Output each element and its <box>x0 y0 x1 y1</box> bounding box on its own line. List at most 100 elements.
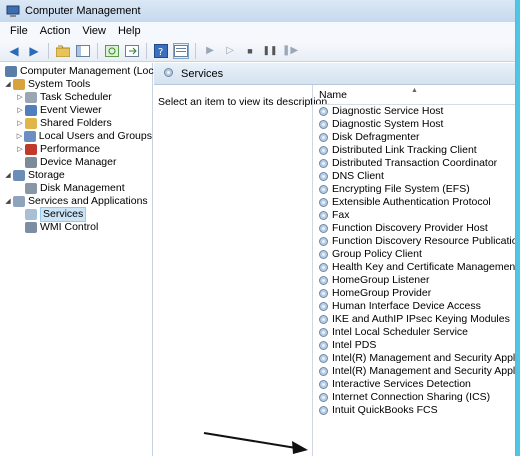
service-gear-icon <box>319 354 328 363</box>
tree-item-storage[interactable]: ◢ Storage <box>0 169 152 182</box>
service-row[interactable]: Disk Defragmenter <box>313 131 515 144</box>
help-icon[interactable]: ? <box>153 43 169 59</box>
service-row[interactable]: Intuit QuickBooks FCS <box>313 404 515 417</box>
menu-file[interactable]: File <box>4 25 34 37</box>
tree-item-computer-management-local[interactable]: Computer Management (Local) <box>0 65 165 78</box>
column-header-label: Name <box>319 89 348 101</box>
service-name: Encrypting File System (EFS) <box>332 183 470 195</box>
service-gear-icon <box>319 133 328 142</box>
service-name: HomeGroup Listener <box>332 274 430 286</box>
export-list-icon[interactable] <box>124 43 140 59</box>
refresh-icon[interactable] <box>104 43 120 59</box>
service-name: Distributed Link Tracking Client <box>332 144 477 156</box>
computer-management-icon <box>5 66 17 77</box>
properties-icon[interactable] <box>173 42 189 59</box>
service-row[interactable]: Function Discovery Provider Host <box>313 222 515 235</box>
service-gear-icon <box>319 289 328 298</box>
tree-item-wmi-control[interactable]: WMI Control <box>0 221 152 234</box>
service-gear-icon <box>319 367 328 376</box>
column-header-name[interactable]: ▲ Name <box>313 85 515 105</box>
annotation-arrow-icon <box>203 432 308 454</box>
expand-toggle-icon[interactable]: ▷ <box>16 104 24 117</box>
service-gear-icon <box>319 159 328 168</box>
expand-toggle-icon[interactable]: ▷ <box>16 130 23 143</box>
expand-toggle-icon[interactable]: ▷ <box>16 91 24 104</box>
tree-item-label: Device Manager <box>40 156 117 168</box>
service-row[interactable]: Distributed Transaction Coordinator <box>313 157 515 170</box>
toolbar: ◀ ▶ ? ▶ ▷ ■ ❚❚ ❚▶ <box>0 40 515 62</box>
tree-item-system-tools[interactable]: ◢ System Tools <box>0 78 152 91</box>
tree-item-label: Computer Management (Local) <box>20 65 166 77</box>
svg-text:?: ? <box>158 47 163 58</box>
users-icon <box>23 131 36 142</box>
disk-icon <box>25 183 37 194</box>
service-row[interactable]: Distributed Link Tracking Client <box>313 144 515 157</box>
tree-item-shared-folders[interactable]: ▷ Shared Folders <box>0 117 152 130</box>
toolbar-separator <box>195 42 196 59</box>
stop-service-icon[interactable]: ■ <box>242 43 258 59</box>
service-row[interactable]: Intel Local Scheduler Service <box>313 326 515 339</box>
service-row[interactable]: Intel(R) Management and Security Applica… <box>313 365 516 378</box>
expand-toggle-icon[interactable]: ◢ <box>4 195 12 208</box>
service-row[interactable]: IKE and AuthIP IPsec Keying Modules <box>313 313 515 326</box>
menu-view[interactable]: View <box>76 25 112 37</box>
forward-arrow-icon[interactable]: ▶ <box>26 43 42 59</box>
service-row[interactable]: Diagnostic System Host <box>313 118 515 131</box>
service-row[interactable]: HomeGroup Provider <box>313 287 515 300</box>
tree-item-disk-management[interactable]: Disk Management <box>0 182 152 195</box>
services-apps-icon <box>13 196 25 207</box>
service-row[interactable]: Group Policy Client <box>313 248 515 261</box>
service-row[interactable]: Function Discovery Resource Publication <box>313 235 515 248</box>
service-name: Intel(R) Management and Security Applica… <box>332 365 516 377</box>
expand-toggle-icon[interactable]: ▷ <box>16 117 24 130</box>
title-bar[interactable]: Computer Management <box>0 0 515 22</box>
restart-service-icon[interactable]: ❚▶ <box>282 43 298 59</box>
tree-item-performance[interactable]: ▷ Performance <box>0 143 152 156</box>
expand-toggle-icon[interactable]: ◢ <box>4 169 12 182</box>
service-gear-icon <box>319 107 328 116</box>
service-row[interactable]: Fax <box>313 209 515 222</box>
service-row[interactable]: Health Key and Certificate Management <box>313 261 516 274</box>
tree-item-device-manager[interactable]: Device Manager <box>0 156 152 169</box>
service-row[interactable]: Encrypting File System (EFS) <box>313 183 515 196</box>
service-row[interactable]: Intel(R) Management and Security Applica… <box>313 352 515 365</box>
computer-management-icon <box>6 5 20 18</box>
start-service-alt-icon[interactable]: ▷ <box>222 43 238 59</box>
tree-item-label: WMI Control <box>40 221 99 233</box>
tree-item-label: System Tools <box>28 78 91 90</box>
service-name: Intel Local Scheduler Service <box>332 326 468 338</box>
performance-icon <box>25 144 37 155</box>
tree-item-label: Disk Management <box>40 182 125 194</box>
service-name: Health Key and Certificate Management <box>332 261 516 273</box>
service-row[interactable]: Extensible Authentication Protocol <box>313 196 515 209</box>
toolbar-separator <box>146 42 147 59</box>
service-gear-icon <box>319 198 328 207</box>
service-row[interactable]: Diagnostic Service Host <box>313 105 515 118</box>
pause-service-icon[interactable]: ❚❚ <box>262 43 278 59</box>
service-gear-icon <box>319 406 328 415</box>
service-row[interactable]: HomeGroup Listener <box>313 274 515 287</box>
up-folder-icon[interactable] <box>55 43 71 59</box>
tree-item-task-scheduler[interactable]: ▷ Task Scheduler <box>0 91 152 104</box>
expand-toggle-icon[interactable]: ◢ <box>4 78 12 91</box>
menu-action[interactable]: Action <box>34 25 77 37</box>
service-gear-icon <box>319 315 328 324</box>
device-manager-icon <box>25 157 37 168</box>
tree-item-services[interactable]: Services <box>0 207 152 222</box>
service-gear-icon <box>319 380 328 389</box>
expand-toggle-icon[interactable]: ▷ <box>16 143 24 156</box>
service-name: Intel PDS <box>332 339 377 351</box>
start-service-icon[interactable]: ▶ <box>202 43 218 59</box>
services-list: ▲ Name Diagnostic Service Host Diagnostic… <box>312 85 516 456</box>
tree-item-local-users-and-groups[interactable]: ▷ Local Users and Groups <box>0 130 152 143</box>
show-hide-tree-icon[interactable] <box>75 43 91 59</box>
menu-help[interactable]: Help <box>112 25 147 37</box>
back-arrow-icon[interactable]: ◀ <box>6 43 22 59</box>
service-name: Function Discovery Provider Host <box>332 222 488 234</box>
service-row[interactable]: Human Interface Device Access <box>313 300 515 313</box>
service-row[interactable]: Internet Connection Sharing (ICS) <box>313 391 515 404</box>
service-row[interactable]: DNS Client <box>313 170 515 183</box>
service-row[interactable]: Intel PDS <box>313 339 515 352</box>
service-row[interactable]: Interactive Services Detection <box>313 378 515 391</box>
tree-item-event-viewer[interactable]: ▷ Event Viewer <box>0 104 152 117</box>
